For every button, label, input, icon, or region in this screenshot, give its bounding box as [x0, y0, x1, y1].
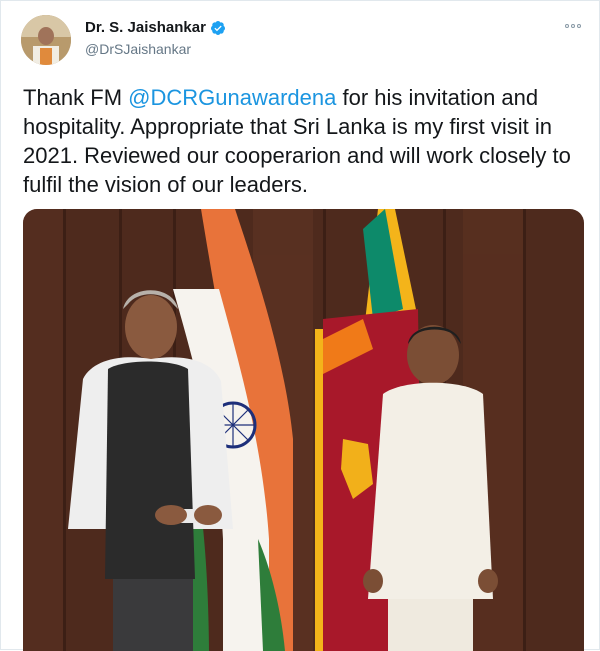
- author-handle[interactable]: @DrSJaishankar: [85, 41, 191, 57]
- mention-link[interactable]: @DCRGunawardena: [128, 85, 336, 110]
- tweet-photo[interactable]: [23, 209, 584, 651]
- tweet-text-prefix: Thank FM: [23, 85, 129, 110]
- verified-badge-icon: [210, 20, 226, 36]
- more-options-icon[interactable]: [565, 21, 581, 31]
- author-display-name[interactable]: Dr. S. Jaishankar: [85, 19, 206, 36]
- author-avatar[interactable]: [21, 15, 71, 65]
- photo-illustration: [23, 209, 584, 651]
- author-name[interactable]: Dr. S. Jaishankar: [85, 19, 226, 36]
- tweet-text: Thank FM @DCRGunawardena for his invitat…: [23, 83, 583, 199]
- tweet-card: Dr. S. Jaishankar @DrSJaishankar Thank F…: [0, 0, 600, 651]
